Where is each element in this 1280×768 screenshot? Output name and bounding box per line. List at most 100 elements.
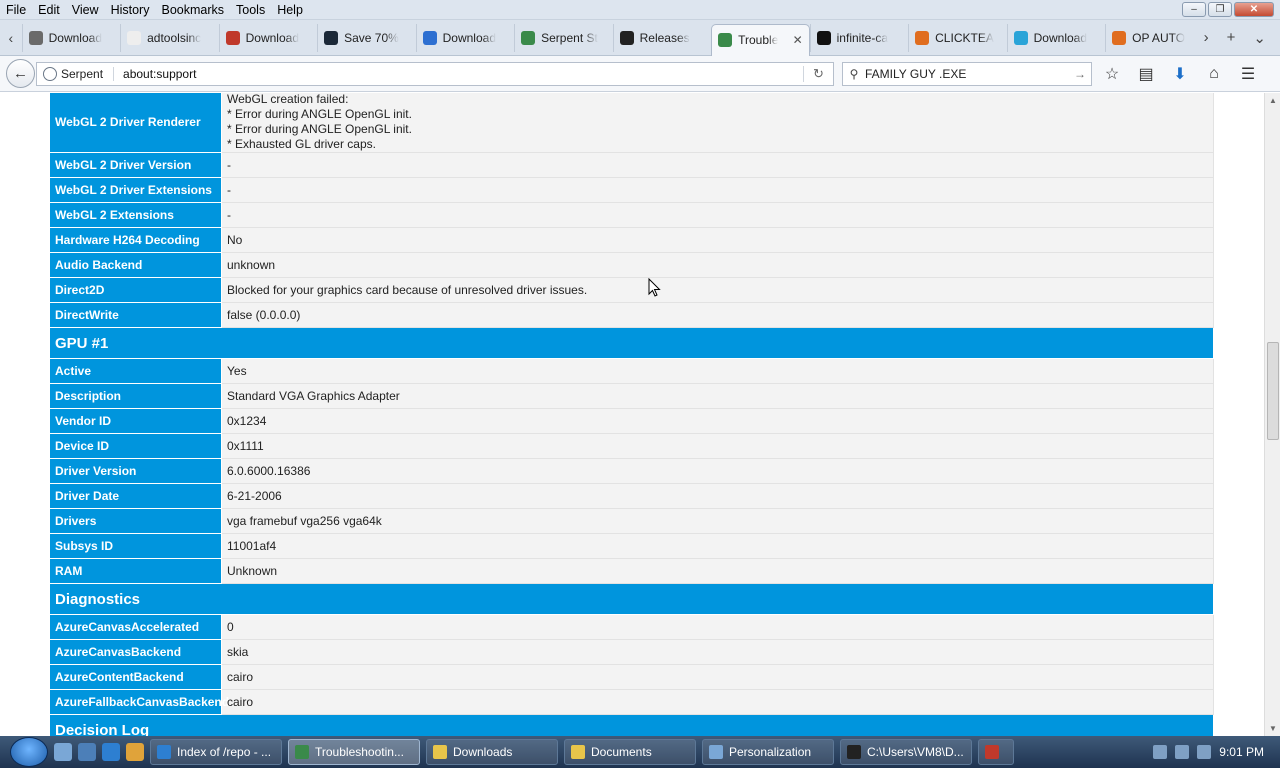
table-row: WebGL 2 Driver Version - <box>49 152 1214 178</box>
tab-8[interactable]: Trouble ✕ <box>711 23 810 56</box>
search-go-icon[interactable]: → <box>1069 67 1091 81</box>
close-tab-icon[interactable]: ✕ <box>793 33 803 47</box>
row-value: 0 <box>221 614 1214 640</box>
url-text[interactable]: about:support <box>114 67 196 81</box>
bookmark-star-icon[interactable]: ☆ <box>1100 62 1124 86</box>
tab-9[interactable]: infinite-ca <box>809 23 909 52</box>
bookmarks-menu-icon[interactable]: ▤ <box>1134 62 1158 86</box>
taskbar-item[interactable]: Personalization <box>702 739 834 765</box>
start-button[interactable] <box>10 737 48 767</box>
hamburger-menu-icon[interactable]: ☰ <box>1236 62 1260 86</box>
tab-label: Download <box>442 30 496 45</box>
row-value: 0x1234 <box>221 408 1214 434</box>
row-value: false (0.0.0.0) <box>221 302 1214 328</box>
ie-quicklaunch-icon[interactable] <box>102 743 120 761</box>
menu-bookmarks[interactable]: Bookmarks <box>155 3 230 17</box>
tab-favicon-icon <box>422 30 437 45</box>
taskbar-item[interactable] <box>978 739 1014 765</box>
back-button[interactable]: ← <box>6 59 35 88</box>
taskbar-item[interactable]: Troubleshootin... <box>288 739 420 765</box>
row-key: Driver Date <box>49 483 222 509</box>
system-tray: 9:01 PM <box>1153 745 1280 759</box>
table-row: RAM Unknown <box>49 558 1214 584</box>
row-value: No <box>221 227 1214 253</box>
menu-help[interactable]: Help <box>271 3 309 17</box>
close-window-icon[interactable]: ✕ <box>1234 2 1274 17</box>
table-row: Drivers vga framebuf vga256 vga64k <box>49 508 1214 534</box>
menu-tools[interactable]: Tools <box>230 3 271 17</box>
menu-file[interactable]: File <box>0 3 32 17</box>
tab-label: infinite-ca <box>836 30 888 45</box>
vertical-scrollbar[interactable]: ▲ ▼ <box>1264 93 1280 736</box>
search-text[interactable]: FAMILY GUY .EXE <box>865 67 966 81</box>
menu-view[interactable]: View <box>66 3 105 17</box>
tab-5[interactable]: Download <box>415 23 515 52</box>
site-identity-label[interactable]: Serpent <box>61 67 115 81</box>
row-key: AzureFallbackCanvasBackend <box>49 689 229 715</box>
row-key: Subsys ID <box>49 533 222 559</box>
taskbar-item-label: Index of /repo - ... <box>177 745 272 759</box>
value-line: * Error during ANGLE OpenGL init. <box>227 107 412 121</box>
row-value: 6-21-2006 <box>221 483 1214 509</box>
value-line: WebGL creation failed: <box>227 93 349 106</box>
table-row: Audio Backend unknown <box>49 252 1214 278</box>
section-title: Decision Log <box>49 714 1214 736</box>
site-identity-icon[interactable] <box>43 67 57 81</box>
menu-history[interactable]: History <box>105 3 156 17</box>
tab-scroll-left-icon[interactable]: ‹ <box>0 30 22 46</box>
scrollbar-thumb[interactable] <box>1267 342 1279 440</box>
row-key: RAM <box>49 558 222 584</box>
tab-favicon-icon <box>816 30 831 45</box>
new-tab-icon[interactable]: + <box>1227 29 1236 47</box>
table-row: Hardware H264 Decoding No <box>49 227 1214 253</box>
navigation-toolbar: ← Serpent about:support ↻ ⚲ FAMILY GUY .… <box>0 56 1280 92</box>
row-key: AzureCanvasAccelerated <box>49 614 222 640</box>
tab-12[interactable]: OP AUTO <box>1105 23 1204 52</box>
menu-edit[interactable]: Edit <box>32 3 66 17</box>
network-icon[interactable] <box>1175 745 1190 759</box>
search-bar[interactable]: ⚲ FAMILY GUY .EXE → <box>842 62 1092 86</box>
table-row: Vendor ID 0x1234 <box>49 408 1214 434</box>
table-row: AzureFallbackCanvasBackend cairo <box>49 689 1214 715</box>
tab-list-icon[interactable]: ⌄ <box>1253 29 1266 47</box>
downloads-icon[interactable]: ⬇ <box>1168 62 1192 86</box>
explorer-quicklaunch-icon[interactable] <box>78 743 96 761</box>
taskbar-item-label: Troubleshootin... <box>315 745 404 759</box>
flag-icon[interactable] <box>1153 745 1168 759</box>
reload-icon[interactable]: ↻ <box>803 66 833 82</box>
scroll-down-icon[interactable]: ▼ <box>1265 724 1280 733</box>
section-title: GPU #1 <box>49 327 1214 359</box>
minimize-icon[interactable]: – <box>1182 2 1206 17</box>
tab-scroll-right-icon[interactable]: › <box>1204 29 1209 47</box>
chrome-quicklaunch-icon[interactable] <box>126 743 144 761</box>
tab-4[interactable]: Save 70% <box>317 23 416 52</box>
tab-6[interactable]: Serpent St <box>514 23 613 52</box>
taskbar-item[interactable]: Downloads <box>426 739 558 765</box>
url-bar[interactable]: Serpent about:support ↻ <box>36 62 834 86</box>
taskbar-item[interactable]: C:\Users\VM8\D... <box>840 739 972 765</box>
restore-icon[interactable]: ❐ <box>1208 2 1232 17</box>
table-row: Device ID 0x1111 <box>49 433 1214 459</box>
taskbar-item[interactable]: Index of /repo - ... <box>150 739 282 765</box>
row-value: 0x1111 <box>221 433 1214 459</box>
row-key: AzureContentBackend <box>49 664 222 690</box>
table-row: DirectWrite false (0.0.0.0) <box>49 302 1214 328</box>
tab-2[interactable]: adtoolsinc <box>120 23 219 52</box>
show-desktop-icon[interactable] <box>54 743 72 761</box>
tab-7[interactable]: Releases <box>612 23 712 52</box>
tab-1[interactable]: Download <box>21 23 121 52</box>
volume-muted-icon[interactable] <box>1197 745 1212 759</box>
tab-10[interactable]: CLICKTEA <box>908 23 1007 52</box>
tab-favicon-icon <box>521 30 536 45</box>
home-icon[interactable]: ⌂ <box>1202 62 1226 86</box>
clock[interactable]: 9:01 PM <box>1219 745 1264 759</box>
table-row: Subsys ID 11001af4 <box>49 533 1214 559</box>
tab-3[interactable]: Download <box>218 23 318 52</box>
taskbar-item-label: Documents <box>591 745 652 759</box>
scroll-up-icon[interactable]: ▲ <box>1265 96 1280 105</box>
row-value: - <box>221 152 1214 178</box>
tab-11[interactable]: Download <box>1006 23 1106 52</box>
taskbar-item[interactable]: Documents <box>564 739 696 765</box>
tab-label: Save 70% <box>344 30 399 45</box>
row-value: cairo <box>221 664 1214 690</box>
